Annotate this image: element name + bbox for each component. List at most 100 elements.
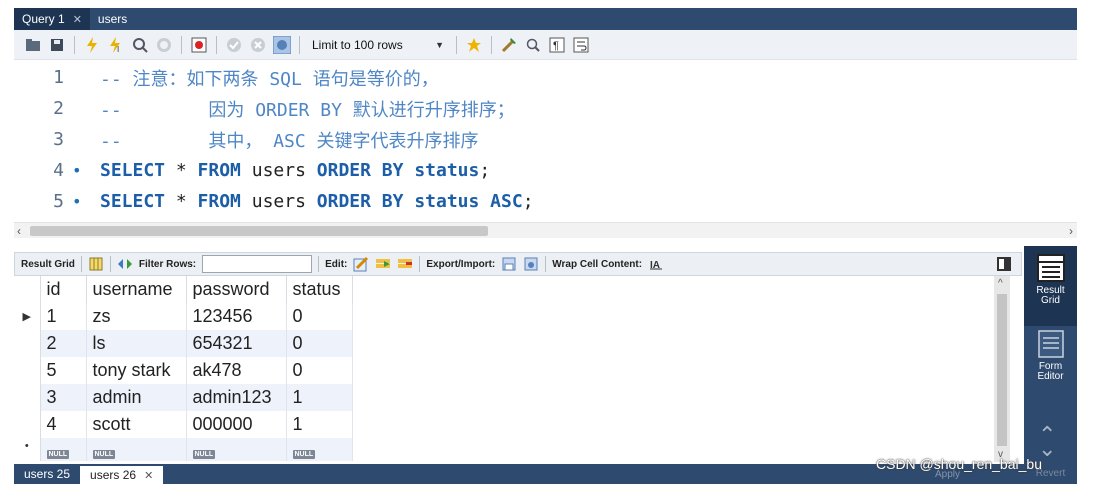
autocommit-icon[interactable] (273, 35, 291, 54)
column-header-status[interactable]: status (286, 276, 353, 303)
cell-password[interactable]: admin123 (186, 384, 287, 411)
import-icon[interactable] (523, 256, 539, 272)
scrollbar-thumb[interactable] (30, 226, 488, 236)
cell-status[interactable]: 0 (286, 357, 353, 384)
add-snippet-icon[interactable] (465, 36, 483, 54)
chevron-left-icon[interactable]: ‹ (17, 223, 21, 239)
insert-row-icon[interactable] (375, 256, 391, 272)
cell-id[interactable]: 1 (40, 303, 87, 330)
cell-password[interactable]: NULL (186, 438, 287, 461)
edit-row-icon[interactable] (353, 256, 369, 272)
export-icon[interactable] (501, 256, 517, 272)
wrap-lines-icon[interactable] (572, 36, 590, 54)
new-row[interactable]: • NULL NULL NULL NULL (14, 438, 353, 461)
table-row[interactable]: 3 admin admin123 1 (14, 384, 353, 411)
explain-icon[interactable] (131, 36, 149, 54)
close-icon[interactable]: ✕ (73, 13, 82, 26)
current-row-marker-icon: ▶ (14, 303, 41, 330)
delete-row-icon[interactable] (397, 256, 413, 272)
cell-password[interactable]: 000000 (186, 411, 287, 438)
cell-id[interactable]: 2 (40, 330, 87, 357)
result-grid-icon (1036, 254, 1065, 282)
editor-horizontal-scrollbar[interactable]: ‹ › (14, 222, 1077, 238)
cell-status[interactable]: NULL (286, 438, 353, 461)
filter-rows-input[interactable] (202, 255, 313, 273)
editor-line: 4 • SELECT * FROM users ORDER BY status; (14, 155, 1077, 186)
sql-keyword: status (414, 160, 480, 181)
cell-id[interactable]: 4 (40, 411, 87, 438)
table-header-row: id username password status (14, 276, 353, 303)
side-item-form-editor[interactable]: Form Editor (1024, 330, 1077, 400)
svg-text:I: I (117, 45, 119, 53)
tab-users-26[interactable]: users 26 ✕ (80, 464, 164, 484)
tab-users-25[interactable]: users 25 (14, 464, 80, 484)
cell-username[interactable]: ls (86, 330, 187, 357)
cell-status[interactable]: 0 (286, 303, 353, 330)
cell-id[interactable]: 3 (40, 384, 87, 411)
cell-status[interactable]: 1 (286, 384, 353, 411)
sql-keyword: ORDER BY (316, 191, 404, 212)
form-editor-icon (1037, 330, 1064, 358)
edit-label: Edit: (325, 258, 348, 270)
chevron-up-icon[interactable]: ^ (998, 278, 1003, 289)
rollback-icon[interactable] (249, 36, 267, 54)
code-comment: -- 因为 ORDER BY 默认进行升序排序； (100, 99, 515, 121)
column-header-password[interactable]: password (186, 276, 287, 303)
scrollbar-thumb[interactable] (997, 294, 1007, 446)
side-item-label: Result Grid (1036, 285, 1065, 306)
cell-password[interactable]: 654321 (186, 330, 287, 357)
cell-username[interactable]: NULL (86, 438, 187, 461)
cell-username[interactable]: zs (86, 303, 187, 330)
cell-status[interactable]: 0 (286, 330, 353, 357)
invisible-chars-icon[interactable]: ¶ (548, 36, 566, 54)
result-grid[interactable]: id username password status ▶ 1 zs 12345… (14, 276, 994, 462)
cell-status[interactable]: 1 (286, 411, 353, 438)
cell-username[interactable]: admin (86, 384, 187, 411)
tab-users[interactable]: users (90, 8, 135, 30)
column-header-id[interactable]: id (40, 276, 87, 303)
stop-icon[interactable] (155, 36, 173, 54)
table-row[interactable]: 2 ls 654321 0 (14, 330, 353, 357)
cell-id[interactable]: NULL (40, 438, 87, 461)
beautify-icon[interactable] (500, 36, 518, 54)
cell-password[interactable]: 123456 (186, 303, 287, 330)
table-row[interactable]: 5 tony stark ak478 0 (14, 357, 353, 384)
code-statement: SELECT * FROM users ORDER BY status; (100, 160, 490, 181)
sql-keyword: status ASC (414, 191, 523, 212)
close-icon[interactable]: ✕ (144, 469, 153, 482)
toggle-panel-icon[interactable] (997, 257, 1011, 271)
toggle-stop-on-error-icon[interactable] (190, 36, 208, 54)
sql-keyword: FROM (197, 160, 241, 181)
result-grid-label: Result Grid (21, 258, 75, 270)
cell-id[interactable]: 5 (40, 357, 87, 384)
cell-username[interactable]: scott (86, 411, 187, 438)
table-row[interactable]: ▶ 1 zs 123456 0 (14, 303, 353, 330)
chevron-right-icon[interactable]: › (1069, 223, 1073, 239)
result-toolbar: Result Grid Filter Rows: Edit: Export/Im… (14, 252, 1022, 276)
editor-line: 5 • SELECT * FROM users ORDER BY status … (14, 186, 1077, 217)
execute-icon[interactable] (83, 36, 101, 54)
limit-label: Limit to 100 rows (312, 37, 403, 52)
sql-editor[interactable]: 1 -- 注意：如下两条 SQL 语句是等价的， 2 -- 因为 ORDER B… (14, 60, 1077, 220)
grid-view-icon[interactable] (88, 256, 104, 272)
cell-password[interactable]: ak478 (186, 357, 287, 384)
commit-icon[interactable] (225, 36, 243, 54)
find-icon[interactable] (524, 36, 542, 54)
side-item-result-grid[interactable]: Result Grid (1024, 246, 1077, 326)
line-number: 2 (53, 98, 64, 119)
toolbar-separator (74, 35, 75, 54)
code-comment: -- 注意：如下两条 SQL 语句是等价的， (100, 68, 439, 90)
collapse-chevrons-icon[interactable]: ⌃ ⌄ (1038, 424, 1056, 460)
wrap-cell-icon[interactable]: IA (648, 256, 664, 272)
sql-text: ; (479, 160, 491, 181)
cell-username[interactable]: tony stark (86, 357, 187, 384)
save-icon[interactable] (48, 36, 66, 54)
refresh-icon[interactable] (117, 256, 133, 272)
execute-current-icon[interactable]: I (107, 36, 125, 54)
limit-rows-select[interactable]: Limit to 100 rows ▼ (308, 35, 448, 55)
column-header-username[interactable]: username (86, 276, 187, 303)
folder-open-icon[interactable] (24, 36, 42, 54)
tab-query-1[interactable]: Query 1 ✕ (14, 8, 90, 30)
grid-vertical-scrollbar[interactable]: ^ v (994, 276, 1010, 462)
table-row[interactable]: 4 scott 000000 1 (14, 411, 353, 438)
